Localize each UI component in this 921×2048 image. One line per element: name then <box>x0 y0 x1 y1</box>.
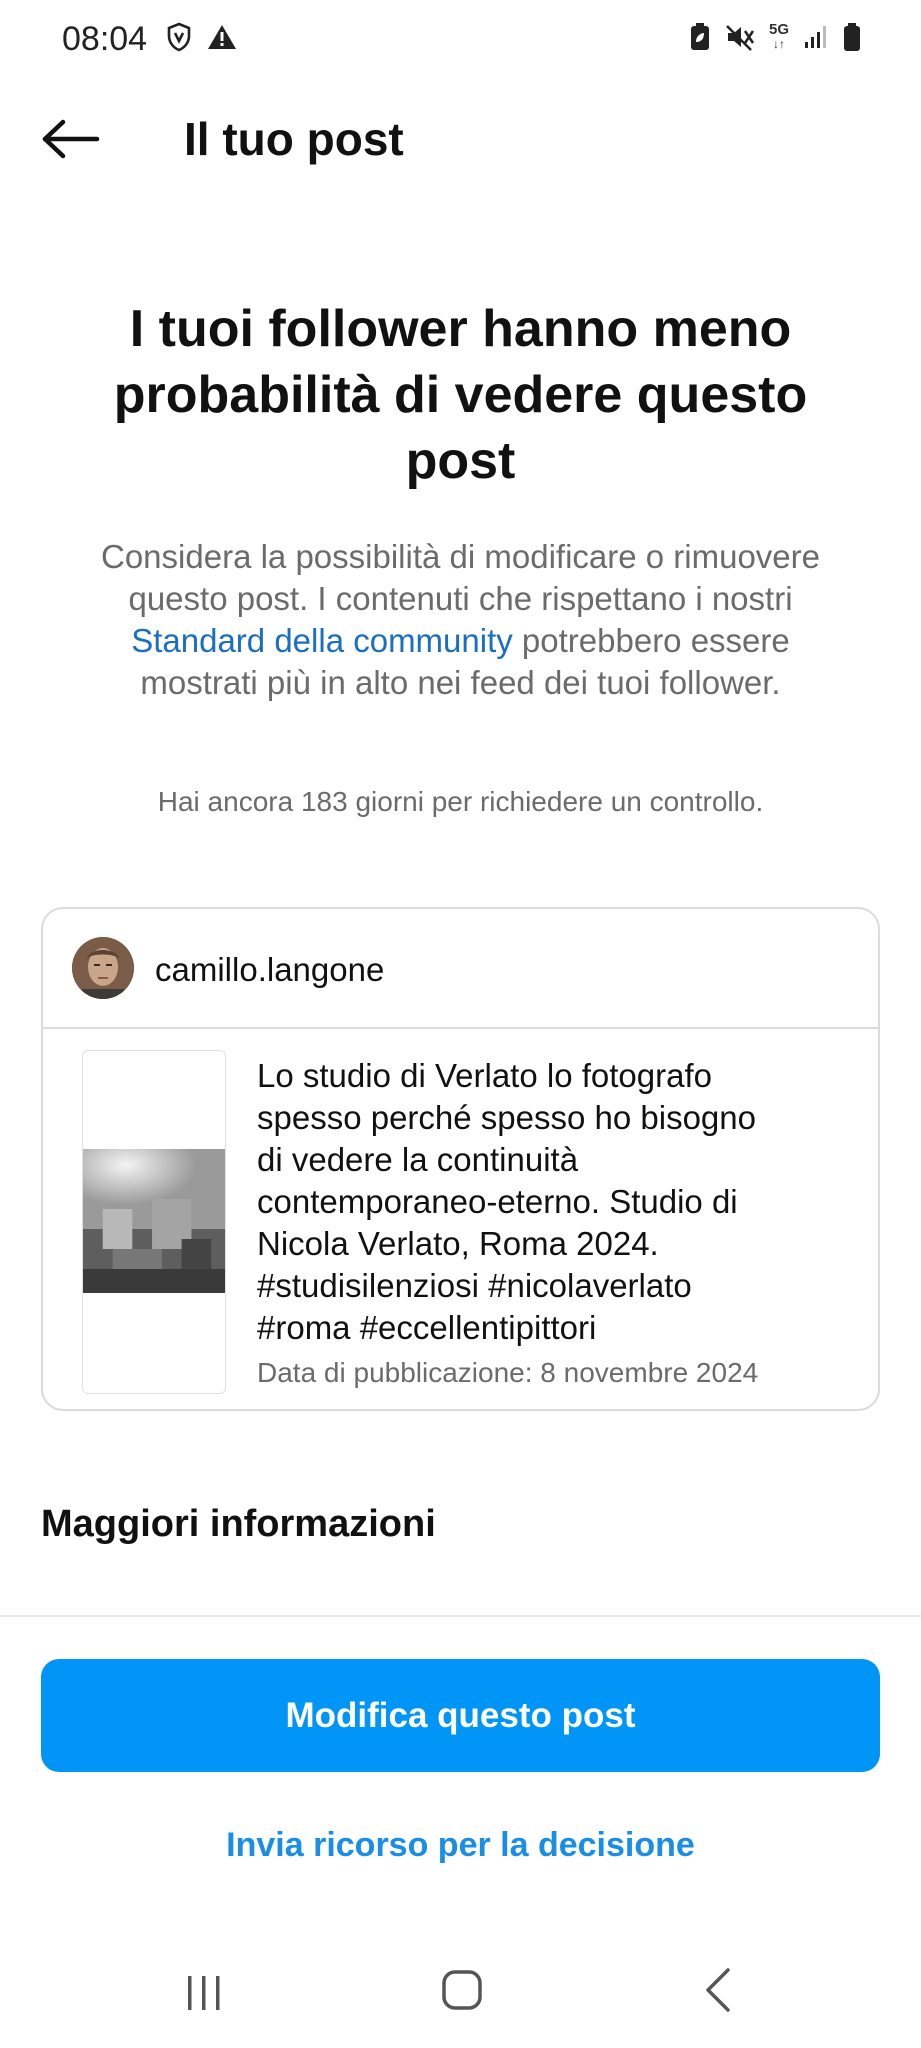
post-thumbnail <box>82 1050 226 1394</box>
more-info-heading[interactable]: Maggiori informazioni <box>41 1503 436 1546</box>
description-text-start: Considera la possibilità di modificare o… <box>101 538 820 617</box>
shield-icon <box>167 22 191 52</box>
post-card: camillo.langone Lo studio di Verlato lo … <box>41 907 880 1411</box>
header: Il tuo post <box>0 95 921 185</box>
battery-icon <box>844 23 860 51</box>
avatar[interactable] <box>72 937 134 999</box>
arrow-left-icon <box>42 119 100 159</box>
system-nav-bar <box>0 1940 921 2048</box>
home-icon <box>442 1970 482 2010</box>
status-time: 08:04 <box>62 20 148 58</box>
username[interactable]: camillo.langone <box>155 951 384 989</box>
recent-apps-button[interactable] <box>182 1970 226 2019</box>
divider <box>0 1615 921 1617</box>
battery-saver-icon <box>690 23 709 50</box>
community-standards-link[interactable]: Standard della community <box>131 622 513 659</box>
description: Considera la possibilità di modificare o… <box>80 536 841 704</box>
edit-post-button[interactable]: Modifica questo post <box>41 1659 880 1772</box>
recent-apps-icon <box>188 1976 220 2010</box>
home-button[interactable] <box>440 1968 484 2017</box>
network-label: 5G <box>768 21 789 38</box>
post-date: Data di pubblicazione: 8 novembre 2024 <box>257 1357 759 1388</box>
review-note: Hai ancora 183 giorni per richiedere un … <box>157 786 764 817</box>
status-left-icons <box>166 22 238 52</box>
chevron-left-icon <box>706 1968 730 2012</box>
signal-icon <box>805 26 826 48</box>
warning-icon <box>208 25 236 49</box>
appeal-decision-link[interactable]: Invia ricorso per la decisione <box>60 1826 861 1865</box>
avatar-image <box>72 937 134 999</box>
post-card-header: camillo.langone <box>43 909 878 1029</box>
nav-back-button[interactable] <box>700 1966 736 2019</box>
status-right-icons: 5G ↓↑ <box>689 22 861 52</box>
status-bar: 08:04 5G ↓↑ <box>0 0 921 80</box>
page-title: Il tuo post <box>184 113 404 165</box>
post-caption: Lo studio di Verlato lo fotografo spesso… <box>257 1057 756 1346</box>
back-button[interactable] <box>38 109 104 169</box>
post-thumbnail-image <box>83 1149 225 1293</box>
network-5g-icon: 5G ↓↑ <box>768 21 789 51</box>
mute-icon <box>726 25 755 51</box>
headline: I tuoi follower hanno meno probabilità d… <box>113 300 808 490</box>
